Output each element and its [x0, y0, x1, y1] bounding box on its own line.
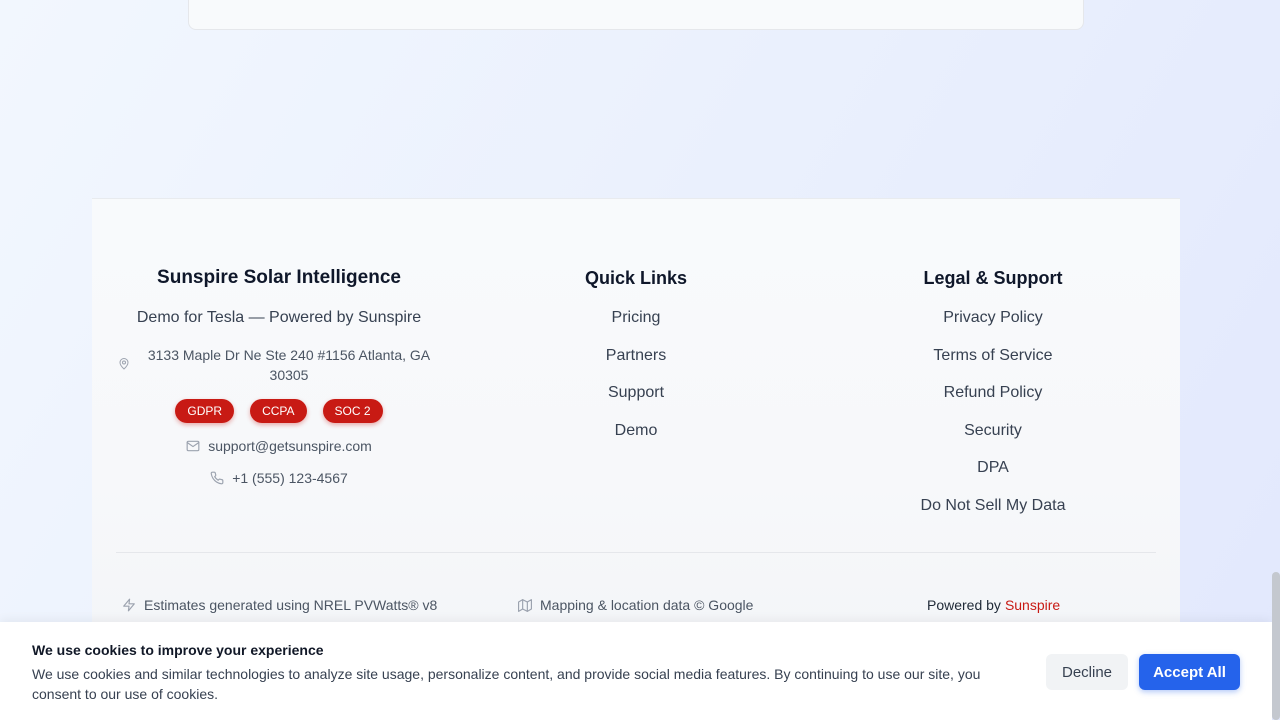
- soc2-badge: SOC 2: [322, 399, 383, 423]
- footer-address: 3133 Maple Dr Ne Ste 240 #1156 Atlanta, …: [116, 345, 442, 385]
- scrollbar[interactable]: [1272, 0, 1280, 720]
- scrollbar-thumb[interactable]: [1272, 572, 1280, 720]
- map-pin-icon: [118, 357, 130, 371]
- powered-by: Powered by Sunspire: [927, 595, 1060, 615]
- link-support[interactable]: Support: [502, 383, 770, 403]
- link-demo[interactable]: Demo: [502, 421, 770, 441]
- footer-email[interactable]: support@getsunspire.com: [116, 436, 442, 456]
- powered-by-brand-link[interactable]: Sunspire: [1005, 597, 1060, 613]
- link-terms-of-service[interactable]: Terms of Service: [860, 346, 1126, 366]
- site-footer: Sunspire Solar Intelligence Demo for Tes…: [92, 198, 1180, 668]
- mapping-text: Mapping & location data © Google: [540, 597, 754, 613]
- quick-links-list: Pricing Partners Support Demo: [502, 308, 770, 441]
- mapping-note: Mapping & location data © Google: [518, 595, 753, 615]
- cookie-title: We use cookies to improve your experienc…: [32, 642, 324, 658]
- footer-phone[interactable]: +1 (555) 123-4567: [116, 468, 442, 488]
- link-refund-policy[interactable]: Refund Policy: [860, 383, 1126, 403]
- estimates-text: Estimates generated using NREL PVWatts® …: [144, 597, 438, 613]
- phone-text[interactable]: +1 (555) 123-4567: [232, 470, 348, 486]
- gdpr-badge: GDPR: [175, 399, 235, 423]
- legal-links-list: Privacy Policy Terms of Service Refund P…: [860, 308, 1126, 516]
- map-icon: [518, 598, 532, 612]
- address-text: 3133 Maple Dr Ne Ste 240 #1156 Atlanta, …: [147, 347, 431, 383]
- cookie-banner: We use cookies to improve your experienc…: [0, 622, 1272, 720]
- footer-tagline: Demo for Tesla — Powered by Sunspire: [136, 309, 422, 326]
- link-dpa[interactable]: DPA: [860, 458, 1126, 478]
- link-partners[interactable]: Partners: [502, 346, 770, 366]
- phone-icon: [210, 471, 224, 485]
- email-text[interactable]: support@getsunspire.com: [208, 438, 372, 454]
- footer-legal-column: Legal & Support Privacy Policy Terms of …: [860, 265, 1126, 533]
- footer-brand-column: Sunspire Solar Intelligence Demo for Tes…: [116, 265, 442, 488]
- ccpa-badge: CCPA: [250, 399, 307, 423]
- cookie-body: We use cookies and similar technologies …: [32, 666, 981, 702]
- legal-support-title: Legal & Support: [923, 268, 1063, 288]
- powered-by-prefix: Powered by: [927, 597, 1001, 613]
- footer-quick-links-column: Quick Links Pricing Partners Support Dem…: [502, 265, 770, 458]
- footer-divider: [116, 552, 1156, 553]
- zap-icon: [122, 598, 136, 612]
- mail-icon: [186, 440, 200, 452]
- decline-button[interactable]: Decline: [1046, 654, 1128, 690]
- footer-brand-title: Sunspire Solar Intelligence: [157, 267, 401, 288]
- link-pricing[interactable]: Pricing: [502, 308, 770, 328]
- quick-links-title: Quick Links: [584, 268, 688, 288]
- content-card: [188, 0, 1084, 30]
- estimates-note: Estimates generated using NREL PVWatts® …: [122, 595, 437, 615]
- accept-all-button[interactable]: Accept All: [1139, 654, 1240, 690]
- link-security[interactable]: Security: [860, 421, 1126, 441]
- link-privacy-policy[interactable]: Privacy Policy: [860, 308, 1126, 328]
- link-do-not-sell[interactable]: Do Not Sell My Data: [860, 496, 1126, 516]
- compliance-badges: GDPR CCPA SOC 2: [116, 399, 442, 423]
